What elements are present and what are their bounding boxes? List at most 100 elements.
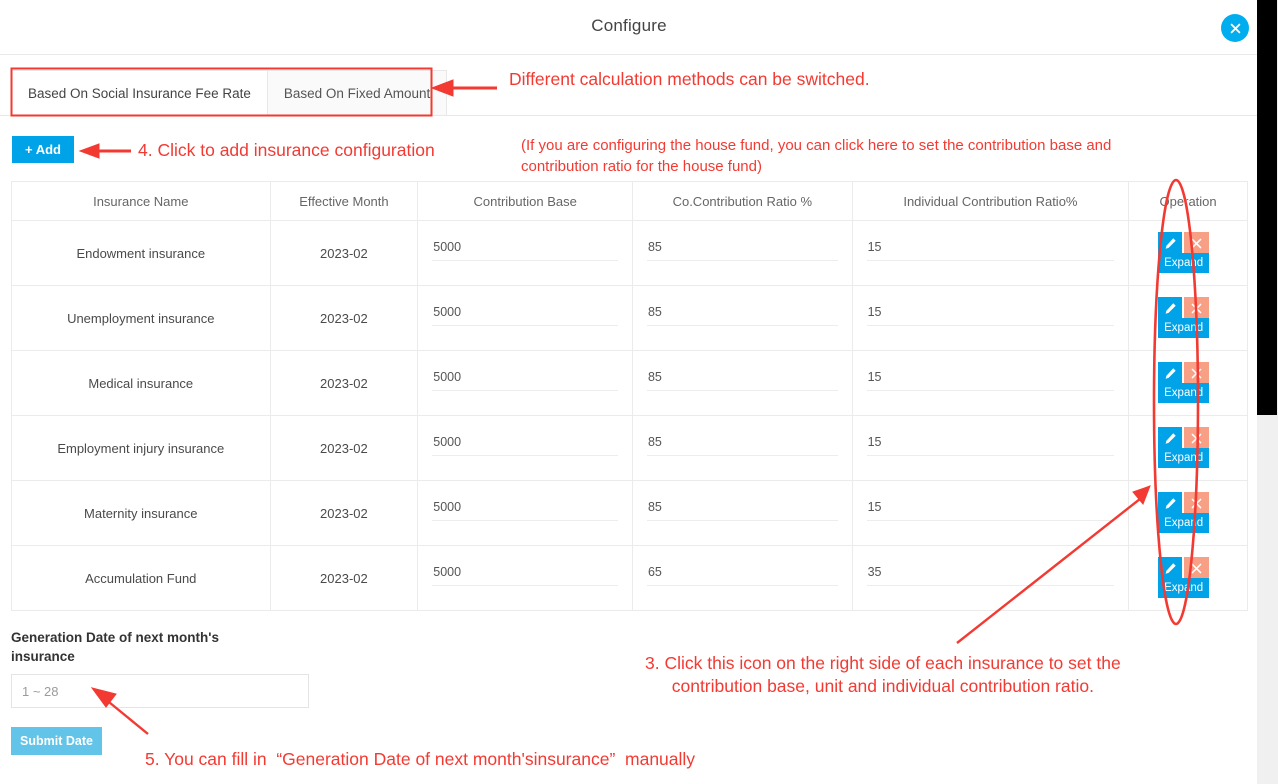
expand-button[interactable]: Expand [1158,448,1210,468]
close-icon[interactable] [1221,14,1249,42]
expand-button[interactable]: Expand [1158,383,1210,403]
cell-individual-contribution-ratio [853,481,1130,545]
cell-co-contribution-ratio [633,416,853,480]
cell-operation: Expand [1129,351,1247,415]
cell-contribution-base [418,481,633,545]
expand-button[interactable]: Expand [1158,513,1210,533]
add-button[interactable]: + Add [12,136,74,163]
cell-effective-month: 2023-02 [271,351,419,415]
operation-buttons: Expand [1158,362,1218,404]
cell-insurance-name: Accumulation Fund [12,546,271,610]
contribution-base-input[interactable] [432,497,618,521]
generation-date-label: Generation Date of next month's insuranc… [11,630,219,664]
generation-date-input[interactable] [11,674,309,708]
individual-contribution-ratio-input[interactable] [866,237,1115,261]
co-contribution-ratio-input[interactable] [646,302,838,326]
tab-label: Based On Social Insurance Fee Rate [28,85,251,101]
cell-insurance-name: Unemployment insurance [12,286,271,350]
table-row: Medical insurance2023-02 Expand [12,351,1247,416]
table-body: Endowment insurance2023-02ExpandUnemploy… [12,221,1247,611]
cell-individual-contribution-ratio [853,221,1130,285]
annotation-click-icon: 3. Click this icon on the right side of … [645,653,1121,696]
contribution-base-input[interactable] [432,367,618,391]
close-icon[interactable] [1184,362,1210,384]
calculation-method-tabs: Based On Social Insurance Fee Rate Based… [11,70,448,116]
cell-effective-month: 2023-02 [271,221,419,285]
vertical-scrollbar-track[interactable] [1257,0,1278,784]
column-header-effective-month: Effective Month [271,182,419,220]
cell-operation: Expand [1129,221,1247,285]
cell-insurance-name: Maternity insurance [12,481,271,545]
cell-co-contribution-ratio [633,221,853,285]
individual-contribution-ratio-input[interactable] [866,367,1115,391]
cell-effective-month: 2023-02 [271,546,419,610]
vertical-scrollbar-thumb[interactable] [1257,0,1277,415]
expand-button[interactable]: Expand [1158,318,1210,338]
pencil-icon[interactable] [1158,557,1183,579]
cell-co-contribution-ratio [633,481,853,545]
close-icon[interactable] [1184,492,1210,514]
expand-button[interactable]: Expand [1158,253,1210,273]
cell-contribution-base [418,546,633,610]
tab-label: Based On Fixed Amount [283,85,431,101]
page-title: Configure [591,16,667,35]
tab-based-on-fixed-amount[interactable]: Based On Fixed Amount [267,70,448,116]
annotation-manual-fill: 5. You can fill in “Generation Date of n… [145,749,696,769]
close-icon[interactable] [1184,297,1210,319]
tabs-divider [0,115,1258,116]
individual-contribution-ratio-input[interactable] [866,302,1115,326]
cell-effective-month: 2023-02 [271,481,419,545]
contribution-base-input[interactable] [432,562,618,586]
table-row: Maternity insurance2023-02 Expand [12,481,1247,546]
co-contribution-ratio-input[interactable] [646,562,838,586]
annotation-add-config: 4. Click to add insurance configuration [138,140,435,160]
co-contribution-ratio-input[interactable] [646,497,838,521]
contribution-base-input[interactable] [432,432,618,456]
co-contribution-ratio-input[interactable] [646,237,838,261]
column-header-insurance-name: Insurance Name [12,182,271,220]
operation-buttons: Expand [1158,232,1218,274]
pencil-icon[interactable] [1158,362,1183,384]
cell-individual-contribution-ratio [853,351,1130,415]
contribution-base-input[interactable] [432,302,618,326]
annotation-house-fund: (If you are configuring the house fund, … [521,137,1112,175]
operation-buttons: Expand [1158,557,1218,599]
cell-effective-month: 2023-02 [271,286,419,350]
tab-based-on-social-insurance-fee-rate[interactable]: Based On Social Insurance Fee Rate [11,70,268,116]
pencil-icon[interactable] [1158,427,1183,449]
cell-individual-contribution-ratio [853,546,1130,610]
operation-buttons: Expand [1158,297,1218,339]
table-row: Employment injury insurance2023-02 Expand [12,416,1247,481]
dialog-header: Configure [0,0,1258,55]
individual-contribution-ratio-input[interactable] [866,562,1115,586]
configure-dialog: Configure Based On Social Insurance Fee … [0,0,1278,784]
pencil-icon[interactable] [1158,492,1183,514]
cell-co-contribution-ratio [633,351,853,415]
pencil-icon[interactable] [1158,232,1183,254]
pencil-icon[interactable] [1158,297,1183,319]
cell-individual-contribution-ratio [853,286,1130,350]
cell-co-contribution-ratio [633,546,853,610]
submit-date-button[interactable]: Submit Date [11,727,102,755]
cell-insurance-name: Medical insurance [12,351,271,415]
close-icon[interactable] [1184,427,1210,449]
operation-buttons: Expand [1158,427,1218,469]
close-icon[interactable] [1184,232,1210,254]
cell-operation: Expand [1129,481,1247,545]
annotation-switch-methods: Different calculation methods can be swi… [509,69,870,89]
table-header-row: Insurance Name Effective Month Contribut… [12,182,1247,221]
individual-contribution-ratio-input[interactable] [866,497,1115,521]
contribution-base-input[interactable] [432,237,618,261]
cell-contribution-base [418,286,633,350]
expand-button[interactable]: Expand [1158,578,1210,598]
cell-insurance-name: Endowment insurance [12,221,271,285]
individual-contribution-ratio-input[interactable] [866,432,1115,456]
cell-co-contribution-ratio [633,286,853,350]
cell-contribution-base [418,221,633,285]
co-contribution-ratio-input[interactable] [646,367,838,391]
cell-contribution-base [418,416,633,480]
cell-operation: Expand [1129,416,1247,480]
co-contribution-ratio-input[interactable] [646,432,838,456]
insurance-config-table: Insurance Name Effective Month Contribut… [11,181,1248,611]
close-icon[interactable] [1184,557,1210,579]
